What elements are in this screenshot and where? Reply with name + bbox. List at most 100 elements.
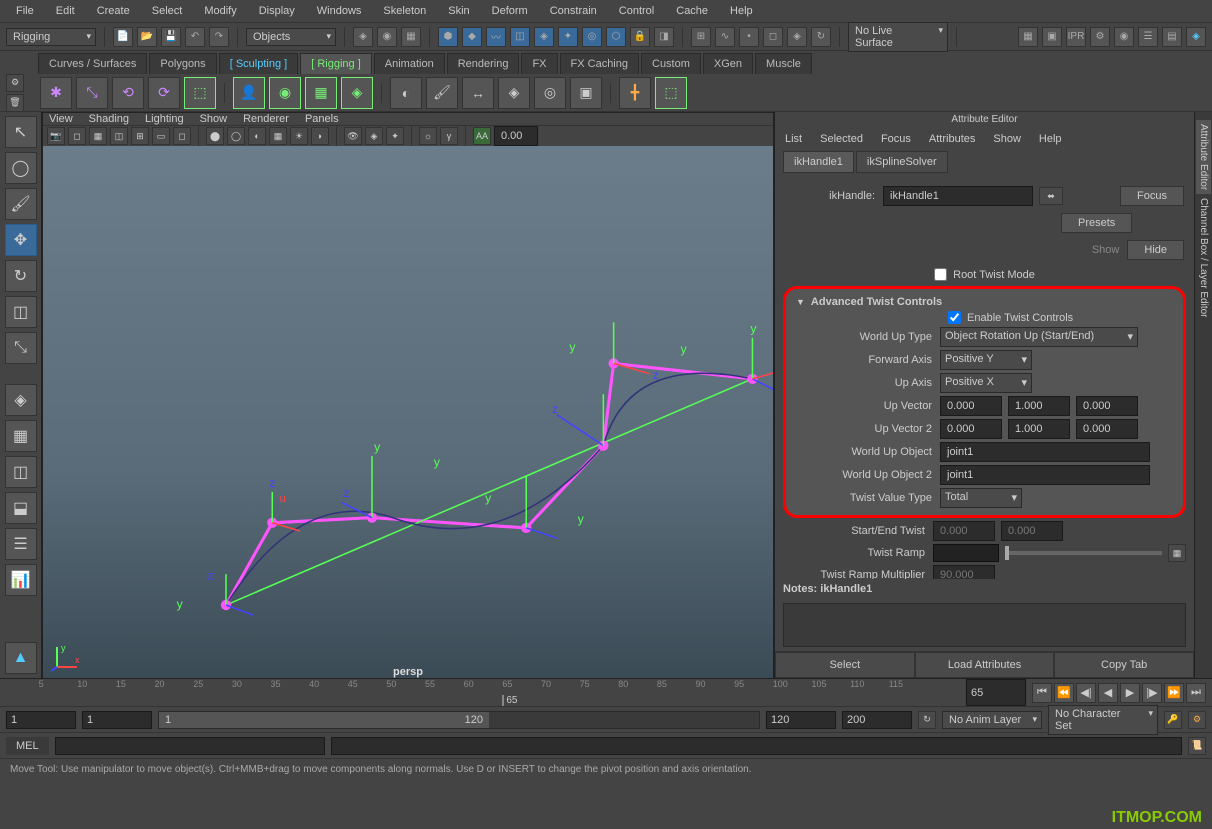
cluster-icon[interactable]: ◎ [534, 77, 566, 109]
snap-curve-icon[interactable]: ∿ [715, 27, 735, 47]
mask-render-icon[interactable]: ◎ [582, 27, 602, 47]
presets-button[interactable]: Presets [1061, 213, 1132, 233]
goto-end-icon[interactable]: ⏭ [1186, 683, 1206, 703]
select-by-hierarchy-icon[interactable]: ◈ [353, 27, 373, 47]
vp-wire-icon[interactable]: ◯ [227, 127, 245, 145]
advanced-twist-section[interactable]: ▼ Advanced Twist Controls [790, 293, 1179, 311]
goto-start-icon[interactable]: ⏮ [1032, 683, 1052, 703]
highlight-icon[interactable]: ◨ [654, 27, 674, 47]
menu-display[interactable]: Display [249, 2, 305, 20]
four-pane-icon[interactable]: ▦ [5, 420, 37, 452]
sidebar-tabs[interactable]: Attribute Editor Channel Box / Layer Edi… [1194, 112, 1212, 678]
insert-joint-icon[interactable]: ⤡ [76, 77, 108, 109]
vp-aa-icon[interactable]: AA [473, 127, 491, 145]
up-vector-z[interactable] [1076, 396, 1138, 416]
hik-custom-icon[interactable]: ▦ [305, 77, 337, 109]
menu-create[interactable]: Create [87, 2, 140, 20]
mirror-weights-icon[interactable]: ↔ [462, 77, 494, 109]
vp-renderer-menu[interactable]: Renderer [243, 113, 289, 125]
vp-shaded-icon[interactable]: ⬤ [206, 127, 224, 145]
vp-2d-icon[interactable]: ◫ [110, 127, 128, 145]
two-pane-side-icon[interactable]: ◫ [5, 456, 37, 488]
shelf-fx[interactable]: FX [521, 53, 557, 74]
copy-tab-button[interactable]: Copy Tab [1054, 652, 1194, 678]
vp-isolate-icon[interactable]: 👁 [344, 127, 362, 145]
up-vector-y[interactable] [1008, 396, 1070, 416]
step-forward-icon[interactable]: |▶ [1142, 683, 1162, 703]
mask-misc-icon[interactable]: ⬡ [606, 27, 626, 47]
step-back-icon[interactable]: ◀| [1076, 683, 1096, 703]
viewport-3d[interactable]: y z z u y z y y z y z y y z x y [43, 146, 773, 684]
vp-bookmark-icon[interactable]: ◻ [68, 127, 86, 145]
mask-joint-icon[interactable]: ◆ [462, 27, 482, 47]
render-settings-icon[interactable]: ⚙ [1090, 27, 1110, 47]
scale-tool-icon[interactable]: ◫ [5, 296, 37, 328]
snap-point-icon[interactable]: • [739, 27, 759, 47]
redo-icon[interactable]: ↷ [209, 27, 229, 47]
menu-help[interactable]: Help [720, 2, 763, 20]
vp-shading-menu[interactable]: Shading [89, 113, 129, 125]
load-attributes-button[interactable]: Load Attributes [915, 652, 1055, 678]
orient-joint-icon[interactable]: ⟳ [148, 77, 180, 109]
vp-value-field[interactable] [494, 126, 538, 146]
vp-exposure-icon[interactable]: ☼ [419, 127, 437, 145]
mask-curve-icon[interactable]: 〰 [486, 27, 506, 47]
shelf-fxcaching[interactable]: FX Caching [560, 53, 639, 74]
vp-grid-icon[interactable]: ⊞ [131, 127, 149, 145]
range-options-icon[interactable]: ↻ [918, 711, 936, 729]
mirror-joint-icon[interactable]: ⟲ [112, 77, 144, 109]
range-in-field[interactable] [82, 711, 152, 729]
shelf-polygons[interactable]: Polygons [149, 53, 216, 74]
play-forward-icon[interactable]: ▶ [1120, 683, 1140, 703]
lattice-icon[interactable]: ▣ [570, 77, 602, 109]
panel-icon[interactable]: ▤ [1162, 27, 1182, 47]
up-axis-dropdown[interactable]: Positive X ▾ [940, 373, 1032, 393]
world-up-object-field[interactable] [940, 442, 1150, 462]
ae-help-menu[interactable]: Help [1039, 133, 1062, 145]
outliner-persp-icon[interactable]: ☰ [5, 528, 37, 560]
focus-button[interactable]: Focus [1120, 186, 1184, 206]
joint-tool-icon[interactable]: ✱ [40, 77, 72, 109]
snap-plane-icon[interactable]: ◻ [763, 27, 783, 47]
undo-icon[interactable]: ↶ [185, 27, 205, 47]
root-twist-checkbox[interactable] [934, 268, 947, 281]
menu-skin[interactable]: Skin [438, 2, 479, 20]
menu-cache[interactable]: Cache [666, 2, 718, 20]
layout-icon[interactable]: ☰ [1138, 27, 1158, 47]
time-slider[interactable]: 5 10 15 20 25 30 35 40 45 50 55 60 65 70… [0, 678, 1212, 706]
render-frame-icon[interactable]: ▣ [1042, 27, 1062, 47]
hammer-weights-icon[interactable]: ◈ [498, 77, 530, 109]
ipr-render-icon[interactable]: IPR [1066, 27, 1086, 47]
vp-gamma-icon[interactable]: γ [440, 127, 458, 145]
anim-layer-dropdown[interactable]: No Anim Layer [942, 711, 1042, 729]
script-editor-icon[interactable]: 📜 [1188, 737, 1206, 755]
ramp-edit-icon[interactable]: ▦ [1168, 544, 1186, 562]
select-button[interactable]: Select [775, 652, 915, 678]
select-tool-icon[interactable]: ↖ [5, 116, 37, 148]
vp-light-icon[interactable]: ☀ [290, 127, 308, 145]
root-twist-section[interactable]: Root Twist Mode [783, 265, 1186, 284]
menu-windows[interactable]: Windows [307, 2, 372, 20]
character-set-dropdown[interactable]: No Character Set [1048, 705, 1158, 735]
ae-selected-menu[interactable]: Selected [820, 133, 863, 145]
paint-weights-icon[interactable]: 🖌 [426, 77, 458, 109]
single-pane-icon[interactable]: ◈ [5, 384, 37, 416]
menu-constrain[interactable]: Constrain [540, 2, 607, 20]
ae-tab-ikhandle[interactable]: ikHandle1 [783, 151, 854, 173]
step-forward-key-icon[interactable]: ⏩ [1164, 683, 1184, 703]
menu-skeleton[interactable]: Skeleton [373, 2, 436, 20]
range-out-field[interactable] [766, 711, 836, 729]
hik-retarget-icon[interactable]: ◈ [341, 77, 373, 109]
new-scene-icon[interactable]: 📄 [113, 27, 133, 47]
vp-camera-icon[interactable]: 📷 [47, 127, 65, 145]
autokey-icon[interactable]: 🔑 [1164, 711, 1182, 729]
hide-button[interactable]: Hide [1127, 240, 1184, 260]
world-up-object2-field[interactable] [940, 465, 1150, 485]
ae-show-menu[interactable]: Show [993, 133, 1021, 145]
ae-attributes-menu[interactable]: Attributes [929, 133, 975, 145]
shelf-rendering[interactable]: Rendering [447, 53, 520, 74]
enable-twist-checkbox[interactable] [948, 311, 961, 324]
snap-live-icon[interactable]: ◈ [787, 27, 807, 47]
range-start-field[interactable] [6, 711, 76, 729]
notes-textarea[interactable] [783, 603, 1186, 647]
